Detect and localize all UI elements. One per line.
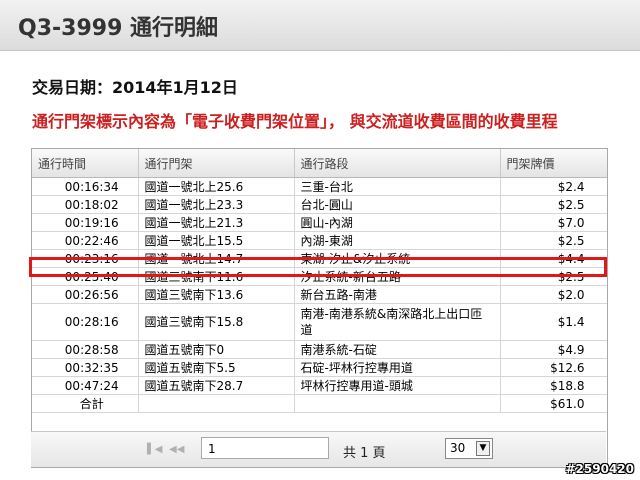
- table-row[interactable]: 00:32:35 國道五號南下5.5 石碇-坪林行控專用道 $12.6: [32, 358, 607, 377]
- cell-price: $2.5: [500, 231, 607, 250]
- cell-time: 00:22:46: [32, 231, 139, 250]
- table-row-highlighted[interactable]: 00:23:16 國道一號北上14.7 東湖-汐止&汐止系統 $4.4: [32, 249, 607, 268]
- toll-detail-grid: 通行時間 通行門架 通行路段 門架牌價 00:16:34 國道一號北上25.6 三重…: [31, 148, 608, 468]
- cell-gantry: 國道五號南下28.7: [138, 376, 295, 395]
- column-header-gantry[interactable]: 通行門架: [138, 149, 295, 178]
- cell-section: 圓山-內湖: [294, 213, 501, 232]
- cell-price: $7.0: [500, 213, 607, 232]
- column-header-time[interactable]: 通行時間: [32, 149, 139, 178]
- cell-time: 00:16:34: [32, 177, 139, 196]
- cell-time: 00:18:02: [32, 195, 139, 214]
- cell-section: 內湖-東湖: [294, 231, 501, 250]
- notice-text: 通行門架標示內容為「電子收費門架位置」， 與交流道收費區間的收費里程: [32, 112, 558, 131]
- cell-price: $2.0: [500, 285, 607, 304]
- cell-section: 汐止系統-新台五路: [294, 267, 501, 286]
- cell-price: $4.9: [500, 340, 607, 359]
- page-count-text: 共 1 頁: [343, 446, 386, 461]
- page-size-select[interactable]: 30 ▼: [445, 438, 493, 459]
- cell-time: 00:25:40: [32, 267, 139, 286]
- cell-time: 00:32:35: [32, 358, 139, 377]
- table-row[interactable]: 00:16:34 國道一號北上25.6 三重-台北 $2.4: [32, 177, 607, 196]
- cell-gantry: 國道三號南下11.6: [138, 267, 295, 286]
- prev-page-icon[interactable]: ◀◀: [169, 444, 184, 455]
- cell-section: 台北-圓山: [294, 195, 501, 214]
- pager-bar: ▌◀ ◀◀ 1 共 1 頁 30 ▼: [31, 431, 606, 467]
- cell-time: 00:26:56: [32, 285, 139, 304]
- table-row[interactable]: 00:47:24 國道五號南下28.7 坪林行控專用道-頭城 $18.8: [32, 376, 607, 395]
- cell-gantry: 國道一號北上23.3: [138, 195, 295, 214]
- cell-gantry: 國道五號南下5.5: [138, 358, 295, 377]
- cell-gantry: 國道一號北上25.6: [138, 177, 295, 196]
- chevron-down-icon: ▼: [476, 441, 490, 456]
- cell-price: $4.4: [500, 249, 607, 268]
- page-number-input[interactable]: 1: [201, 437, 329, 459]
- table-row[interactable]: 00:22:46 國道一號北上15.5 內湖-東湖 $2.5: [32, 231, 607, 250]
- cell-section: 坪林行控專用道-頭城: [294, 376, 501, 395]
- cell-time: 00:19:16: [32, 213, 139, 232]
- cell-gantry: 國道五號南下0: [138, 340, 295, 359]
- cell-time: 00:28:16: [32, 303, 139, 341]
- cell-gantry: 國道一號北上15.5: [138, 231, 295, 250]
- cell-section: 南港系統-石碇: [294, 340, 501, 359]
- cell-time: 00:23:16: [32, 249, 139, 268]
- cell-section: 新台五路-南港: [294, 285, 501, 304]
- page-header: Q3-3999 通行明細: [0, 0, 640, 51]
- toll-detail-table: 通行時間 通行門架 通行路段 門架牌價 00:16:34 國道一號北上25.6 三重…: [32, 149, 607, 413]
- cell-section: 石碇-坪林行控專用道: [294, 358, 501, 377]
- total-label: 合計: [32, 394, 139, 413]
- table-row[interactable]: 00:26:56 國道三號南下13.6 新台五路-南港 $2.0: [32, 285, 607, 304]
- column-header-price[interactable]: 門架牌價: [500, 149, 607, 178]
- cell-price: $2.5: [500, 267, 607, 286]
- cell-gantry: 國道一號北上21.3: [138, 213, 295, 232]
- table-row[interactable]: 00:28:58 國道五號南下0 南港系統-石碇 $4.9: [32, 340, 607, 359]
- cell-gantry: 國道一號北上14.7: [138, 249, 295, 268]
- cell-price: $2.5: [500, 195, 607, 214]
- cell-section: 三重-台北: [294, 177, 501, 196]
- cell-price: $12.6: [500, 358, 607, 377]
- total-value: $61.0: [500, 394, 607, 413]
- cell-price: $1.4: [500, 303, 607, 341]
- page-size-value: 30: [450, 441, 466, 455]
- cell-price: $2.4: [500, 177, 607, 196]
- watermark-text: #2590420: [565, 462, 634, 476]
- cell-time: 00:47:24: [32, 376, 139, 395]
- table-row[interactable]: 00:28:16 國道三號南下15.8 南港-南港系統&南深路北上出口匝道 $1.4: [32, 303, 607, 341]
- cell-time: 00:28:58: [32, 340, 139, 359]
- table-header-row: 通行時間 通行門架 通行路段 門架牌價: [32, 149, 607, 178]
- column-header-section[interactable]: 通行路段: [294, 149, 501, 178]
- table-row[interactable]: 00:18:02 國道一號北上23.3 台北-圓山 $2.5: [32, 195, 607, 214]
- total-row: 合計 $61.0: [32, 394, 607, 413]
- first-page-icon[interactable]: ▌◀: [147, 444, 162, 455]
- cell-price: $18.8: [500, 376, 607, 395]
- page-title: Q3-3999 通行明細: [18, 16, 219, 41]
- table-row[interactable]: 00:19:16 國道一號北上21.3 圓山-內湖 $7.0: [32, 213, 607, 232]
- cell-gantry: 國道三號南下15.8: [138, 303, 295, 341]
- cell-gantry: 國道三號南下13.6: [138, 285, 295, 304]
- cell-section: 東湖-汐止&汐止系統: [294, 249, 501, 268]
- transaction-date: 交易日期：2014年1月12日: [32, 78, 238, 97]
- table-row[interactable]: 00:25:40 國道三號南下11.6 汐止系統-新台五路 $2.5: [32, 267, 607, 286]
- cell-section: 南港-南港系統&南深路北上出口匝道: [294, 303, 501, 341]
